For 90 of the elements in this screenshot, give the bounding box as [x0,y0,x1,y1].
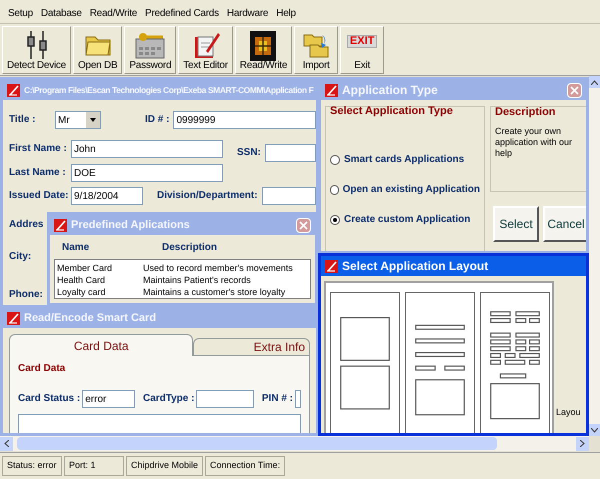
field-label: CardType : [142,394,194,404]
status-cell: Status: error [2,456,62,476]
radio-button[interactable] [330,185,339,195]
app-logo-icon [325,84,338,96]
group-title: Description [495,107,557,118]
menu-item[interactable]: Setup [4,6,37,21]
window-title: C:\Program Files\Escan Technologies Corp\Exeba SMART-COMM\Application F [24,86,314,94]
window-title: Select Application Layout [342,260,490,272]
app-logo-icon [325,260,338,272]
description-text: Create your own application with our help [495,126,574,159]
toolbar-button[interactable]: Password [124,26,176,74]
radio-button[interactable] [330,155,340,165]
scroll-thumb[interactable] [17,437,497,450]
field-label: Addres [9,220,44,230]
field-label: First Name : [9,142,68,154]
status-cell: Chipdrive Mobile [126,456,204,476]
input-field[interactable]: John [71,140,223,158]
toolbar-button[interactable]: Read/Write [234,26,292,74]
tab[interactable]: Card Data [9,334,194,356]
list-row[interactable]: Health Card Maintains Patient's records [55,274,310,286]
field-label: PIN # : [262,394,293,404]
toolbar-button[interactable]: Import [294,26,338,74]
menu-item[interactable]: Database [36,6,86,21]
keys-icon [135,30,166,58]
list-cell: Used to record member's movements [143,264,293,272]
text-area[interactable] [18,414,301,433]
field-label: SSN: [237,146,261,158]
tab[interactable]: Extra Info [193,338,310,356]
column-header: Name [61,243,90,255]
scroll-right-button[interactable] [576,436,589,450]
toolbar-button[interactable]: Detect Device [2,26,71,74]
menu-item[interactable]: Read/Write [86,6,142,21]
close-icon [299,220,308,230]
column-header: Description [162,243,218,255]
menu-item[interactable]: Predefined Cards [141,6,223,21]
radio-option[interactable]: Smart cards Applications [330,155,480,165]
status-cell: Connection Time: [205,456,286,476]
field-label: Division/Department: [157,191,258,201]
dialog-button[interactable]: Select [493,206,539,242]
field-label: City: [9,252,32,262]
close-icon [570,86,579,94]
field-label: Phone: [9,290,43,300]
field-label: Issued Date: [9,191,70,201]
field-label: Title : [9,115,36,125]
dropdown[interactable]: Mr [55,111,101,129]
menu-item[interactable]: Hardware [222,6,272,21]
list-row[interactable]: Member Card Used to record member's movements [55,262,310,274]
radio-button[interactable] [330,215,340,225]
group-title: Select Application Type [330,106,454,117]
scroll-up-button[interactable] [589,76,600,88]
field-label: Last Name : [9,168,67,178]
list-cell: Maintains a customer's store loyalty [143,288,286,296]
status-cell: Port: 1 [64,456,124,476]
input-field[interactable] [264,144,316,162]
scroll-down-button[interactable] [589,424,600,436]
group-title: Layou [556,407,581,417]
menu-item[interactable]: Help [272,6,300,21]
radio-option[interactable]: Open an existing Application [330,185,480,195]
list-cell-text: Loyalty card [57,288,107,296]
exit-sign: EXIT [346,34,378,48]
layout-thumbnail[interactable] [330,292,400,433]
list-cell-text: Member Card [57,264,114,272]
radio-option[interactable]: Create custom Application [330,215,480,225]
layout-thumbnail[interactable] [405,292,475,433]
input-field[interactable] [295,390,301,408]
app-logo-icon [7,84,20,96]
scroll-left-button[interactable] [0,436,13,450]
group-title: Card Data [18,364,66,374]
input-field[interactable] [262,187,316,205]
toolbar-button[interactable]: Open DB [73,26,122,74]
field-label: ID # : [145,115,170,125]
window-title: Read/Encode Smart Card [24,312,158,324]
list-row[interactable]: Loyalty card Maintains a customer's store loyalty [55,286,310,298]
layout-thumbnail[interactable] [480,292,550,433]
app-logo-icon [54,218,67,232]
input-field[interactable]: DOE [71,164,223,182]
toolbar-button[interactable]: EXIT Exit [340,26,384,74]
app-logo-icon [7,312,20,324]
toolbar-button[interactable]: Text Editor [178,26,233,74]
chip-icon [250,30,276,60]
list-cell-text: Health Card [57,276,106,284]
input-field[interactable]: 0999999 [173,111,316,129]
list-cell: Maintains Patient's records [143,276,251,284]
window-title: Application Type [342,84,439,96]
field-label: Card Status : [18,394,80,404]
dialog-button[interactable]: Cancel [543,206,586,242]
input-field[interactable]: 9/18/2004 [71,187,143,205]
input-field[interactable]: error [82,390,135,408]
window-title: Predefined Aplications [71,220,191,230]
input-field[interactable] [196,390,254,408]
